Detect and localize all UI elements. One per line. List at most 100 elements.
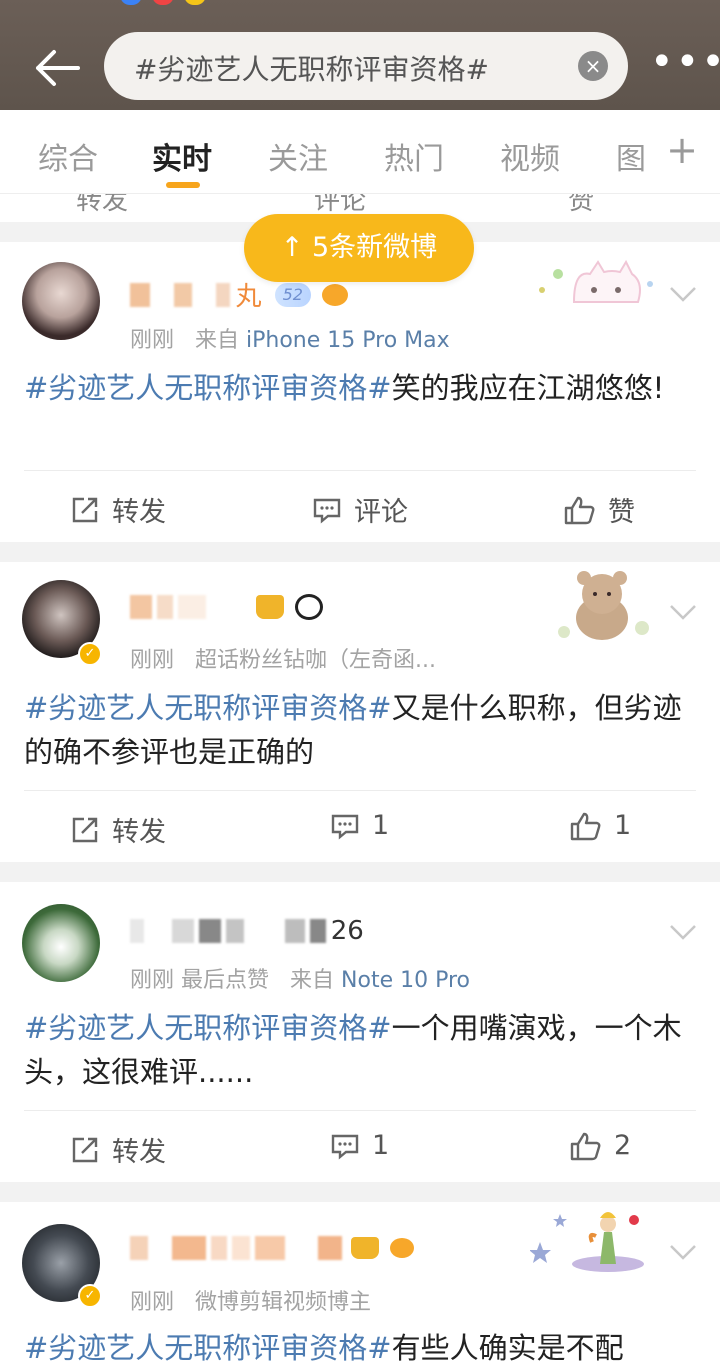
tab-hot[interactable]: 热门 [384,134,444,178]
username[interactable] [130,594,324,630]
filter-tabs: 综合 实时 关注 热门 视频 图 + [0,110,720,194]
repost-button[interactable]: 转发 [70,490,166,529]
post-body: 有些人确实是不配 [391,1331,624,1365]
verified-badge-icon: ✓ [78,642,102,666]
post-text: #劣迹艺人无职称评审资格#有些人确实是不配 [24,1326,690,1369]
post-meta: 刚刚 最后点赞 来自 Note 10 Pro [130,962,470,994]
active-tab-indicator [166,182,200,188]
tab-image[interactable]: 图 [616,134,646,178]
bear-decoration-icon [550,566,654,646]
more-options-icon[interactable]: ••• [650,42,720,82]
like-button[interactable]: 赞 [564,490,635,529]
divider [24,470,696,471]
source-prefix: 来自 [195,328,240,353]
hashtag-link[interactable]: #劣迹艺人无职称评审资格# [24,371,392,405]
divider [24,790,696,791]
chevron-down-icon[interactable] [668,284,698,304]
post-text: #劣迹艺人无职称评审资格#又是什么职称，但劣迹的确不参评也是正确的 [24,686,690,774]
verified-badge-icon: ✓ [78,1284,102,1308]
repost-button[interactable]: 转发 [70,810,166,849]
username-suffix: 26 [330,916,364,946]
username-suffix: 丸 [235,282,262,312]
little-prince-decoration-icon [529,1202,654,1276]
comment-icon [331,1134,359,1160]
like-button[interactable]: 1 [570,810,631,841]
post-meta: 刚刚 微博剪辑视频博主 [130,1284,371,1316]
post-time: 刚刚 [130,968,175,993]
repost-label: 转发 [112,497,166,528]
back-arrow-icon[interactable] [30,44,82,92]
repost-label: 转发 [112,1137,166,1168]
repost-label: 转发 [112,817,166,848]
comment-count: 1 [372,810,390,841]
crown-badge-icon [256,595,285,619]
chevron-down-icon[interactable] [668,602,698,622]
post-time: 刚刚 [130,1290,175,1315]
post-meta: 刚刚 超话粉丝钻咖（左奇函... [130,642,436,674]
hashtag-link[interactable]: #劣迹艺人无职称评审资格# [24,1011,392,1045]
source-prefix: 来自 [290,968,335,993]
post-text: #劣迹艺人无职称评审资格#一个用嘴演戏，一个木头，这很难评...... [24,1006,690,1094]
tab-following[interactable]: 关注 [268,134,328,178]
post-card: 26 刚刚 最后点赞 来自 Note 10 Pro #劣迹艺人无职称评审资格#一… [0,882,720,1182]
like-count: 2 [614,1130,632,1161]
user-title: 微博剪辑视频博主 [195,1290,372,1315]
tab-video[interactable]: 视频 [500,134,560,178]
add-tab-icon[interactable]: + [666,128,698,172]
cat-decoration-icon [530,256,654,320]
tab-realtime[interactable]: 实时 [152,134,212,178]
like-button[interactable]: 2 [570,1130,631,1161]
comment-count: 1 [372,1130,390,1161]
status-bar-icons [120,0,216,9]
panda-badge-icon [295,594,324,620]
fish-badge-icon [389,1238,414,1258]
post-source[interactable]: iPhone 15 Pro Max [246,328,450,353]
repost-button[interactable]: 转发 [70,1130,166,1169]
username[interactable] [130,1236,414,1272]
post-card: ✓ 刚刚 超话粉丝钻咖（左奇函... #劣迹艺人无职称评审资格#又是什么职称，但… [0,562,720,862]
new-posts-button[interactable]: ↑ 5条新微博 [244,214,474,282]
comment-icon [313,498,341,524]
like-label: 赞 [608,497,635,528]
previous-repost-label[interactable]: 转发 [76,194,128,217]
repost-icon [72,817,98,842]
comment-button[interactable]: 1 [330,1130,389,1161]
search-bar[interactable]: #劣迹艺人无职称评审资格# × [104,32,628,100]
last-liked-label: 最后点赞 [181,968,270,993]
fan-title[interactable]: 超话粉丝钻咖（左奇函... [195,648,436,673]
thumbs-up-icon [564,496,595,524]
post-text: #劣迹艺人无职称评审资格#笑的我应在江湖悠悠! [24,366,690,410]
divider [24,1110,696,1111]
post-time: 刚刚 [130,328,175,353]
member-level-badge: 52 [274,282,311,307]
repost-icon [72,497,98,522]
like-count: 1 [614,810,632,841]
fish-badge-icon [322,283,349,306]
post-card: 丸 52 刚刚 来自 iPhone 15 Pro Max #劣迹艺人无职称评审资… [0,242,720,542]
post-time: 刚刚 [130,648,175,673]
post-card: ✓ 刚刚 微博剪辑视频博主 #劣迹艺人无职称评审资格#有些人确实是不配 [0,1202,720,1369]
top-bar: #劣迹艺人无职称评审资格# × ••• [0,0,720,110]
chevron-down-icon[interactable] [668,922,698,942]
comment-label: 评论 [354,497,408,528]
comment-button[interactable]: 评论 [312,490,408,529]
username[interactable]: 26 [130,916,364,952]
repost-icon [72,1137,98,1162]
crown-badge-icon [350,1237,379,1259]
post-meta: 刚刚 来自 iPhone 15 Pro Max [130,322,450,354]
comment-icon [331,814,359,840]
previous-like-label[interactable]: 赞 [568,194,594,217]
avatar[interactable] [22,904,100,982]
thumbs-up-icon [570,1132,601,1160]
post-body: 笑的我应在江湖悠悠! [391,371,665,405]
hashtag-link[interactable]: #劣迹艺人无职称评审资格# [24,691,392,725]
comment-button[interactable]: 1 [330,810,389,841]
avatar[interactable] [22,262,100,340]
search-query[interactable]: #劣迹艺人无职称评审资格# [134,48,489,88]
chevron-down-icon[interactable] [668,1242,698,1262]
thumbs-up-icon [570,812,601,840]
post-source[interactable]: Note 10 Pro [341,968,470,993]
hashtag-link[interactable]: #劣迹艺人无职称评审资格# [24,1331,392,1365]
clear-search-icon[interactable]: × [578,51,608,81]
tab-comprehensive[interactable]: 综合 [38,134,98,178]
